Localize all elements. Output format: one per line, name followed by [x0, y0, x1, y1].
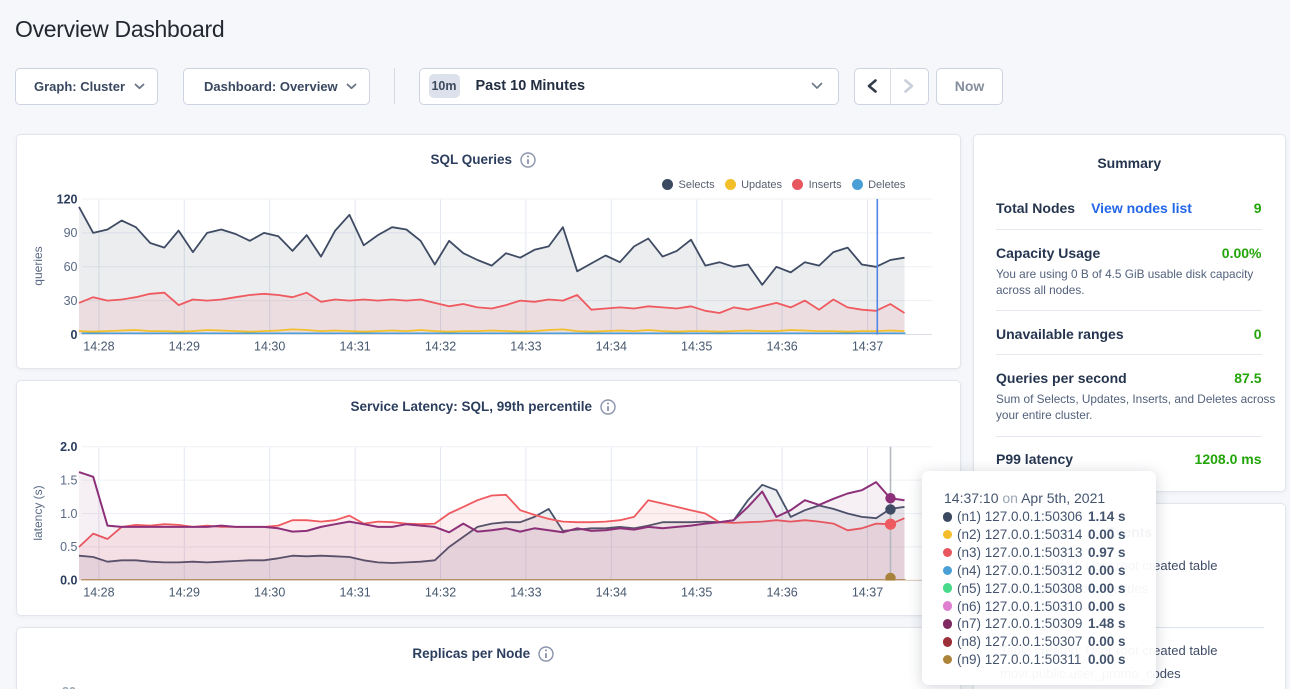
svg-text:14:29: 14:29: [168, 585, 199, 599]
svg-text:14:36: 14:36: [766, 585, 797, 599]
svg-text:14:28: 14:28: [83, 585, 114, 599]
svg-text:14:33: 14:33: [510, 339, 541, 353]
svg-text:14:32: 14:32: [424, 339, 455, 353]
svg-text:14:35: 14:35: [681, 339, 712, 353]
svg-text:14:37: 14:37: [851, 339, 882, 353]
svg-text:14:34: 14:34: [595, 585, 626, 599]
svg-text:14:36: 14:36: [766, 339, 797, 353]
svg-text:14:35: 14:35: [681, 585, 712, 599]
svg-text:30: 30: [63, 293, 77, 307]
svg-text:14:29: 14:29: [168, 339, 199, 353]
svg-text:14:34: 14:34: [595, 339, 626, 353]
svg-text:14:31: 14:31: [339, 339, 370, 353]
svg-text:14:28: 14:28: [83, 339, 114, 353]
svg-text:latency (s): latency (s): [31, 485, 45, 540]
svg-text:14:37: 14:37: [851, 585, 882, 599]
svg-text:120: 120: [56, 192, 77, 206]
svg-text:14:32: 14:32: [424, 585, 455, 599]
svg-text:queries: queries: [31, 246, 45, 285]
svg-text:2.0: 2.0: [60, 440, 77, 454]
svg-text:1.0: 1.0: [60, 507, 77, 521]
svg-text:14:33: 14:33: [510, 585, 541, 599]
svg-text:0: 0: [70, 327, 77, 341]
svg-text:1.5: 1.5: [60, 473, 77, 487]
svg-text:60: 60: [63, 260, 77, 274]
svg-text:0.0: 0.0: [60, 574, 77, 588]
svg-text:0.5: 0.5: [60, 540, 77, 554]
svg-text:14:30: 14:30: [254, 339, 285, 353]
svg-text:14:31: 14:31: [339, 585, 370, 599]
svg-text:14:30: 14:30: [254, 585, 285, 599]
svg-text:90: 90: [63, 226, 77, 240]
